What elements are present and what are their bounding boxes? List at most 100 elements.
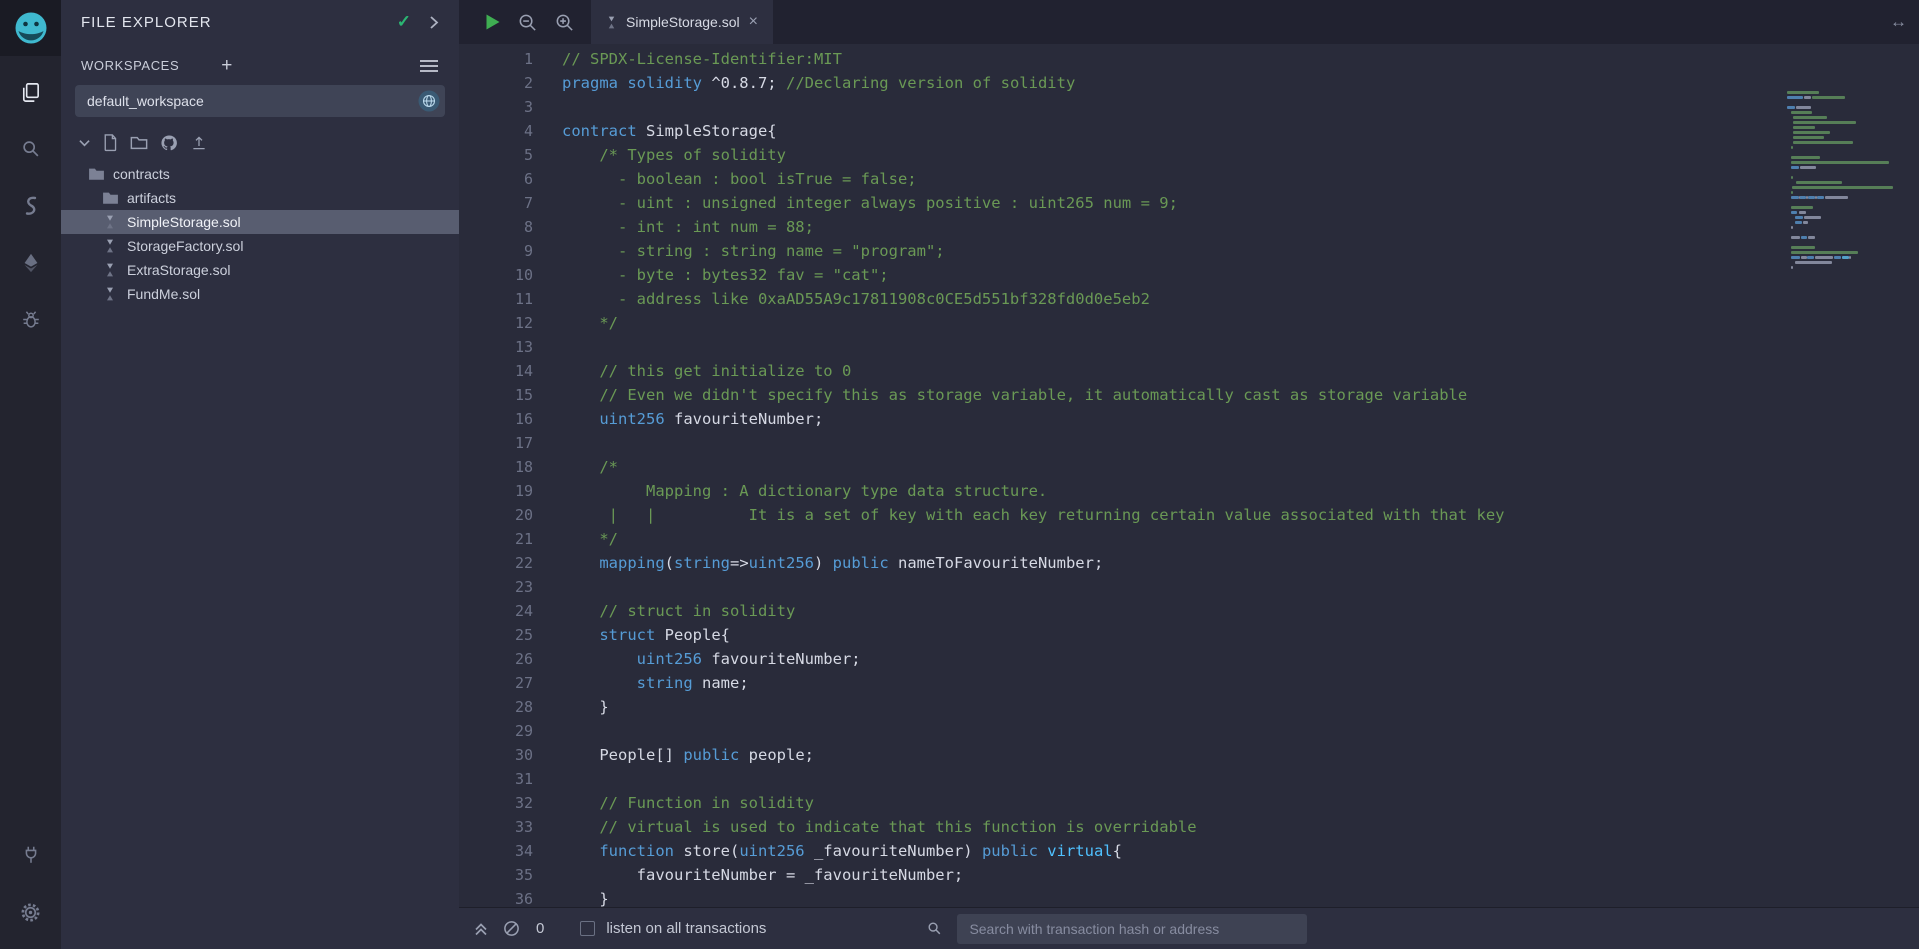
code-line[interactable]: 29	[459, 719, 1919, 743]
clear-console-ban-icon[interactable]	[503, 920, 520, 937]
code-line[interactable]: 36 }	[459, 887, 1919, 907]
code-line[interactable]: 14 // this get initialize to 0	[459, 359, 1919, 383]
zoom-in-button[interactable]	[554, 12, 575, 33]
file-explorer-icon[interactable]	[0, 70, 61, 114]
code-line[interactable]: 4 contract SimpleStorage{	[459, 119, 1919, 143]
tree-item-artifacts[interactable]: artifacts	[61, 186, 459, 210]
code-text: contract SimpleStorage{	[562, 122, 777, 140]
workspace-select[interactable]: default_workspace	[75, 85, 445, 117]
code-line[interactable]: 33 // virtual is used to indicate that t…	[459, 815, 1919, 839]
code-text: - string : string name = "program";	[562, 242, 945, 260]
listen-all-transactions-label[interactable]: listen on all transactions	[606, 920, 766, 937]
code-line[interactable]: 32 // Function in solidity	[459, 791, 1919, 815]
code-line[interactable]: 24 // struct in solidity	[459, 599, 1919, 623]
tree-item-storagefactory-sol[interactable]: StorageFactory.sol	[61, 234, 459, 258]
chevron-right-icon[interactable]	[429, 15, 439, 30]
code-line[interactable]: 9 - string : string name = "program";	[459, 239, 1919, 263]
code-line[interactable]: 11 - address like 0xaAD55A9c17811908c0CE…	[459, 287, 1919, 311]
code-line[interactable]: 3	[459, 95, 1919, 119]
new-file-button[interactable]	[102, 133, 118, 152]
tree-item-fundme-sol[interactable]: FundMe.sol	[61, 282, 459, 306]
code-line[interactable]: 18 /*	[459, 455, 1919, 479]
tab-simplestorage[interactable]: SimpleStorage.sol ×	[591, 0, 773, 44]
code-text: - address like 0xaAD55A9c17811908c0CE5d5…	[562, 290, 1150, 308]
debugger-bug-icon[interactable]	[0, 298, 61, 342]
upload-file-button[interactable]	[190, 134, 208, 152]
code-line[interactable]: 25 struct People{	[459, 623, 1919, 647]
plugin-manager-plug-icon[interactable]	[0, 833, 61, 877]
code-line[interactable]: 17	[459, 431, 1919, 455]
code-line[interactable]: 5 /* Types of solidity	[459, 143, 1919, 167]
terminal-search-icon[interactable]	[926, 920, 943, 937]
zoom-out-button[interactable]	[517, 12, 538, 33]
code-line[interactable]: 34 function store(uint256 _favouriteNumb…	[459, 839, 1919, 863]
solidity-file-icon	[606, 15, 617, 30]
code-line[interactable]: 13	[459, 335, 1919, 359]
code-line[interactable]: 7 - uint : unsigned integer always posit…	[459, 191, 1919, 215]
search-icon[interactable]	[0, 127, 61, 171]
code-line[interactable]: 19 Mapping : A dictionary type data stru…	[459, 479, 1919, 503]
workspace-selected-value: default_workspace	[87, 93, 204, 109]
line-number: 17	[514, 434, 533, 452]
line-number: 34	[514, 842, 533, 860]
code-text: - int : int num = 88;	[562, 218, 814, 236]
github-icon[interactable]	[160, 134, 178, 152]
code-line[interactable]: 1 // SPDX-License-Identifier:MIT	[459, 47, 1919, 71]
workspaces-menu-button[interactable]	[419, 59, 439, 73]
run-script-play-button[interactable]	[485, 13, 501, 31]
folder-icon	[87, 167, 105, 181]
workspaces-row: WORKSPACES +	[61, 44, 459, 75]
tree-item-label: contracts	[113, 166, 170, 182]
folder-icon	[101, 191, 119, 205]
line-number: 33	[514, 818, 533, 836]
editor-area: SimpleStorage.sol × ↔ 1 // SPDX-License-I…	[459, 0, 1919, 949]
code-line[interactable]: 28 }	[459, 695, 1919, 719]
tree-item-extrastorage-sol[interactable]: ExtraStorage.sol	[61, 258, 459, 282]
code-line[interactable]: 20 | | It is a set of key with each key …	[459, 503, 1919, 527]
code-line[interactable]: 35 favouriteNumber = _favouriteNumber;	[459, 863, 1919, 887]
code-line[interactable]: 31	[459, 767, 1919, 791]
add-workspace-button[interactable]: +	[221, 56, 232, 75]
solidity-compiler-icon[interactable]	[0, 184, 61, 228]
file-tree: contracts artifacts SimpleStorage.sol Stora…	[61, 162, 459, 306]
check-icon[interactable]: ✓	[397, 12, 411, 32]
code-line[interactable]: 8 - int : int num = 88;	[459, 215, 1919, 239]
code-line[interactable]: 10 - byte : bytes32 fav = "cat";	[459, 263, 1919, 287]
code-line[interactable]: 12 */	[459, 311, 1919, 335]
deploy-run-ethereum-icon[interactable]	[0, 241, 61, 285]
workspace-globe-badge-icon[interactable]	[418, 90, 440, 112]
resize-horizontal-icon[interactable]: ↔	[1890, 12, 1919, 32]
code-line[interactable]: 15 // Even we didn't specify this as sto…	[459, 383, 1919, 407]
solidity-file-icon	[101, 262, 119, 278]
line-number: 11	[514, 290, 533, 308]
tree-item-contracts[interactable]: contracts	[61, 162, 459, 186]
code-editor[interactable]: 1 // SPDX-License-Identifier:MIT 2 pragma s…	[459, 44, 1919, 907]
line-number: 28	[514, 698, 533, 716]
code-line[interactable]: 2 pragma solidity ^0.8.7; //Declaring ver…	[459, 71, 1919, 95]
code-text: // SPDX-License-Identifier:MIT	[562, 50, 842, 68]
settings-gear-icon[interactable]	[0, 890, 61, 934]
tree-item-simplestorage-sol[interactable]: SimpleStorage.sol	[61, 210, 459, 234]
code-line[interactable]: 6 - boolean : bool isTrue = false;	[459, 167, 1919, 191]
caret-down-icon[interactable]	[79, 139, 90, 147]
code-line[interactable]: 26 uint256 favouriteNumber;	[459, 647, 1919, 671]
line-number: 30	[514, 746, 533, 764]
minimap[interactable]	[1787, 90, 1899, 270]
code-line[interactable]: 21 */	[459, 527, 1919, 551]
code-text: /*	[562, 458, 618, 476]
line-number: 5	[523, 146, 533, 164]
new-folder-button[interactable]	[130, 135, 148, 151]
code-line[interactable]: 22 mapping(string=>uint256) public nameT…	[459, 551, 1919, 575]
close-tab-icon[interactable]: ×	[749, 13, 758, 31]
code-line[interactable]: 30 People[] public people;	[459, 743, 1919, 767]
transaction-search-input[interactable]	[957, 913, 1308, 944]
expand-terminal-icon[interactable]	[473, 921, 489, 937]
code-line[interactable]: 27 string name;	[459, 671, 1919, 695]
line-number: 25	[514, 626, 533, 644]
remix-logo[interactable]	[0, 0, 61, 56]
code-line[interactable]: 16 uint256 favouriteNumber;	[459, 407, 1919, 431]
editor-actions	[459, 12, 591, 33]
code-line[interactable]: 23	[459, 575, 1919, 599]
listen-all-transactions-checkbox[interactable]	[580, 921, 596, 936]
